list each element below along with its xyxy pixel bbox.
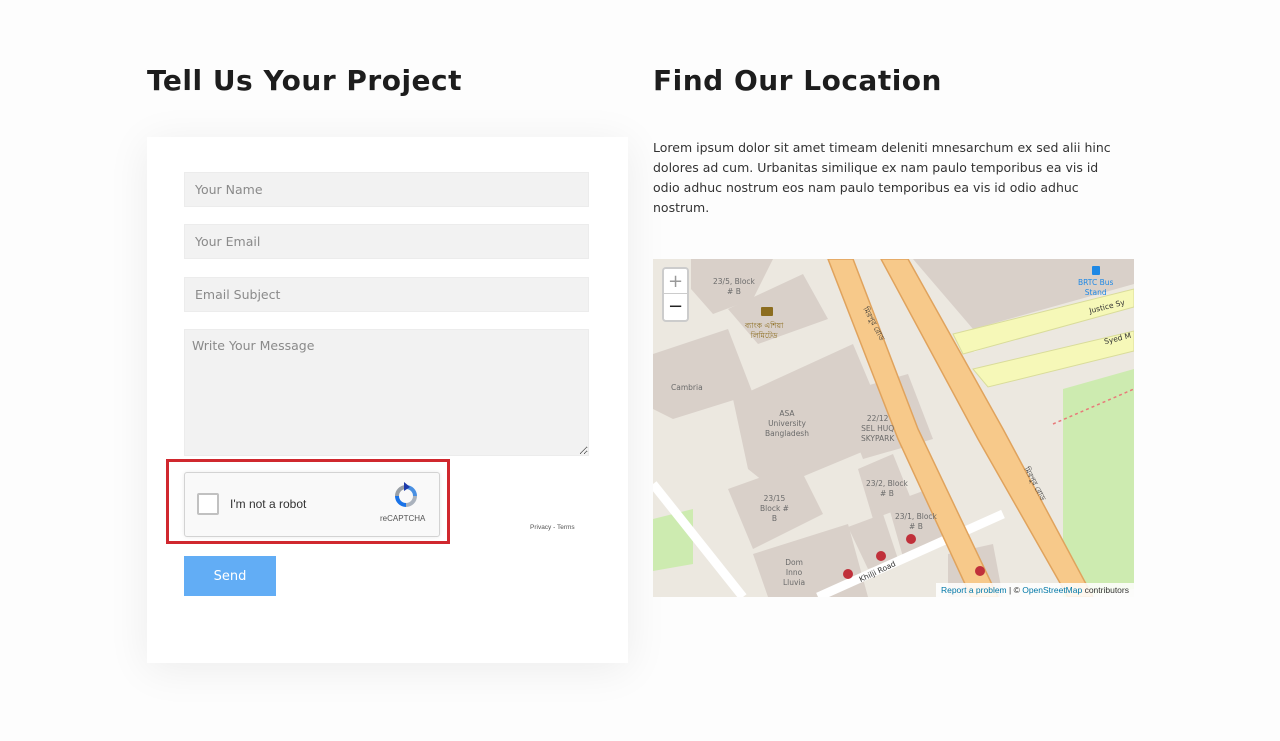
map-label-bank: ব্যাংক এশিয়া লিমিটেড [745,321,784,340]
map-label-dom-inno: Dom Inno Lluvia [783,558,806,587]
recaptcha-label: I'm not a robot [230,497,307,511]
zoom-in-button[interactable]: + [664,269,687,294]
map-label-block-c: 23/1, Block # B [895,512,937,531]
report-problem-link[interactable]: Report a problem [941,585,1007,595]
message-textarea[interactable] [184,329,589,456]
map-zoom-control: + − [662,267,689,322]
recaptcha-widget: I'm not a robot reCAPTCHA [184,472,440,537]
privacy-terms-link[interactable]: Privacy - Terms [530,524,575,531]
subject-input[interactable] [184,277,589,312]
map-label-sel-huq: 22/12 SEL HUQ SKYPARK [861,414,895,443]
map-label-brtc: BRTC Bus Stand [1078,278,1114,297]
attribution-separator: | © [1006,585,1023,595]
attribution-contributors: contributors [1082,585,1129,595]
map-label-cambria: Cambria [671,383,703,392]
location-description: Lorem ipsum dolor sit amet timeam deleni… [653,140,1111,215]
map-attribution: Report a problem | © OpenStreetMap contr… [935,583,1134,597]
map-label-block-d: 23/15 Block # B [760,494,789,523]
recaptcha-brand: reCAPTCHA [380,514,426,523]
map-label-block-b: 23/2, Block # B [866,479,908,498]
location-map[interactable]: 23/5, Block # B ব্যাংক এশিয়া লিমিটেড Camb… [653,259,1134,597]
map-label-block-a: 23/5, Block # B [713,277,755,296]
contact-title: Tell Us Your Project [147,64,463,97]
recaptcha-logo-icon [395,482,417,507]
recaptcha-checkbox[interactable] [197,493,219,515]
openstreetmap-link[interactable]: OpenStreetMap [1022,585,1082,595]
location-title: Find Our Location [653,64,942,97]
zoom-out-button[interactable]: − [664,294,687,319]
contact-form-card: I'm not a robot reCAPTCHA Privacy - Term… [147,137,628,663]
map-label-asa-university: ASA University Bangladesh [765,409,809,438]
email-input[interactable] [184,224,589,259]
send-button[interactable]: Send [184,556,276,596]
name-input[interactable] [184,172,589,207]
